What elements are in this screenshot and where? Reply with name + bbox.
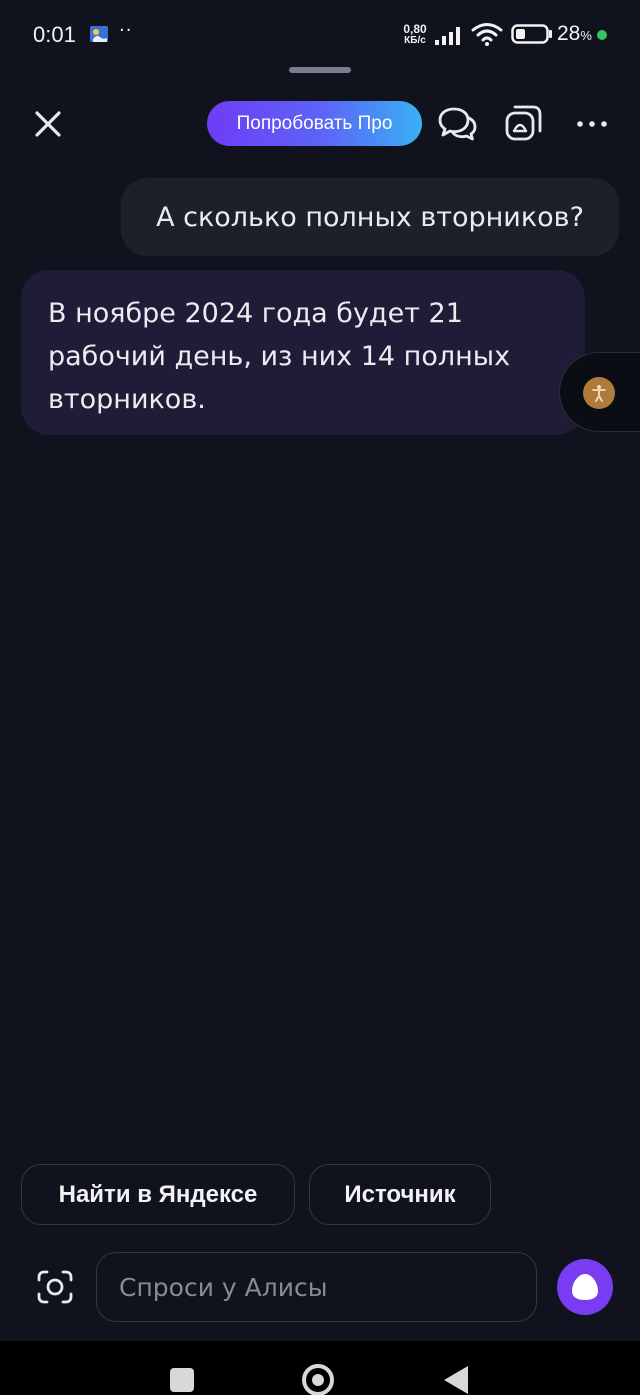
user-message[interactable]: А сколько полных вторников?	[121, 178, 619, 256]
cell-signal-icon	[435, 27, 460, 45]
status-more-notifications: ··	[119, 20, 133, 41]
sheet-drag-handle[interactable]	[289, 67, 351, 73]
ask-alice-field[interactable]	[96, 1252, 537, 1322]
alice-chat-screen: 0:01 ·· 0,80 КБ/с 28% Попробовать Про А …	[0, 0, 640, 1395]
status-time: 0:01	[33, 22, 76, 47]
gallery-button[interactable]	[502, 101, 546, 145]
weather-notification-icon	[90, 26, 108, 42]
battery-indicator-dot	[597, 30, 607, 40]
recents-button[interactable]	[170, 1368, 194, 1392]
camera-icon	[37, 1270, 73, 1304]
assistant-message[interactable]: В ноябре 2024 года будет 21 рабочий день…	[21, 270, 585, 435]
chat-bubbles-icon	[438, 107, 477, 141]
chats-button[interactable]	[436, 103, 478, 145]
alice-logo-icon	[572, 1274, 598, 1300]
system-navigation-bar	[0, 1341, 640, 1395]
back-button[interactable]	[444, 1366, 468, 1394]
accessibility-icon	[592, 385, 606, 402]
accessibility-badge	[583, 377, 615, 409]
camera-button[interactable]	[34, 1266, 76, 1308]
accessibility-floating-button[interactable]	[559, 352, 640, 432]
battery-icon	[511, 24, 552, 44]
try-pro-button[interactable]: Попробовать Про	[207, 101, 422, 146]
more-dots-icon	[577, 121, 607, 127]
suggestion-search-yandex[interactable]: Найти в Яндексе	[21, 1164, 295, 1225]
network-speed: 0,80 КБ/с	[403, 22, 427, 46]
close-icon	[35, 111, 61, 137]
status-bar: 0:01 ·· 0,80 КБ/с 28%	[0, 0, 640, 68]
suggestion-source[interactable]: Источник	[309, 1164, 491, 1225]
gallery-icon	[505, 105, 542, 141]
more-options-button[interactable]	[572, 104, 612, 144]
ask-alice-input[interactable]	[117, 1271, 536, 1303]
home-button[interactable]	[302, 1364, 334, 1395]
wifi-icon	[471, 23, 503, 46]
close-button[interactable]	[28, 104, 68, 144]
battery-percent: 28%	[557, 22, 592, 45]
alice-voice-button[interactable]	[557, 1259, 613, 1315]
